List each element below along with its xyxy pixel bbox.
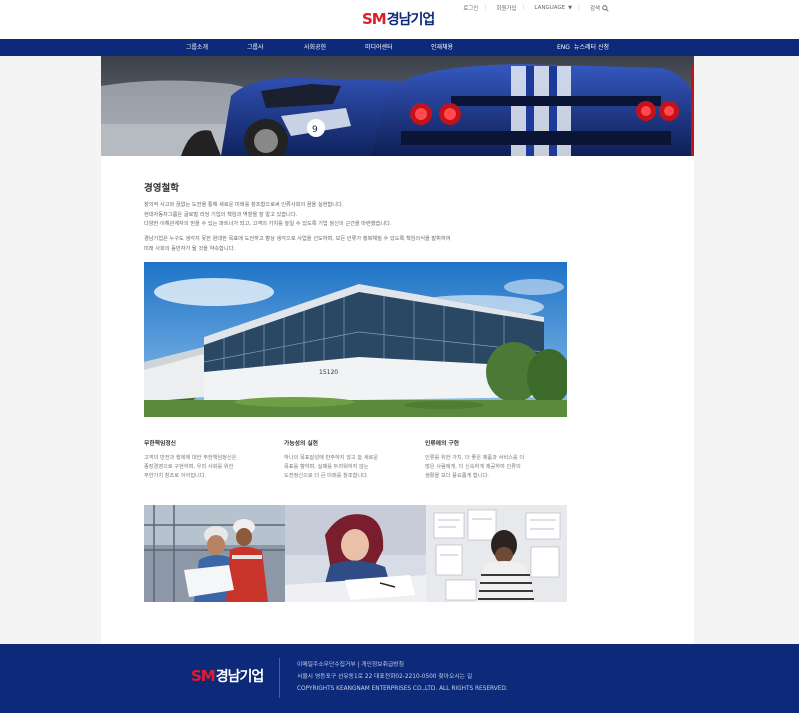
nav-item-newsletter[interactable]: 뉴스레터 신청 [574,39,609,56]
hero-banner: 9 [101,56,694,156]
footer-address: 서울시 영등포구 선유동1로 22 대표전화02-2210-0500 찾아오시는… [297,674,473,680]
footer-info: 이메일주소무단수집거부 | 개인정보취급방침 서울시 영등포구 선유동1로 22… [297,659,508,695]
site-footer: SM 경남기업 이메일주소무단수집거부 | 개인정보취급방침 서울시 영등포구 … [0,644,799,713]
language-label: LANGUAGE [534,5,566,11]
caret-down-icon: ▼ [568,5,573,11]
search-button[interactable]: 검색 [590,4,609,12]
value-column-possibility: 가능성의 실현 하나의 목표달성에 만주하지 않고 늘 새로운 목표를 향하며,… [284,438,419,481]
student-photo [285,505,426,602]
main-content: 9 경영철학 창의적 사고와 끊없는 도전을 통해 새로운 미래를 창조함으로써… [101,56,694,644]
nav-item-eng[interactable]: ENG [557,39,570,56]
logo-sm: SM [362,10,387,28]
login-link[interactable]: 로그인 [463,4,478,12]
column-title: 가능성의 실현 [284,441,319,447]
join-link[interactable]: 회원가입 [496,4,516,12]
building-sign: 15120 [319,369,338,376]
nav-item-careers[interactable]: 인재채용 [431,39,453,56]
footer-logo-name: 경남기업 [215,669,265,685]
vision-paragraph: 경남기업은 누구도 생각지 못한 원대한 목표에 도전하고 향상 생각으로 사업… [144,236,451,252]
logo-name: 경남기업 [386,12,436,28]
intro-paragraph: 창의적 사고와 끊없는 도전을 통해 새로운 미래를 창조함으로써 인류사회의 … [144,202,392,227]
site-header: SM 경남기업 로그인 | 회원가입 | LANGUAGE ▼ | 검색 [0,0,799,39]
page-title: 경영철학 [144,183,179,194]
nav-item-group-intro[interactable]: 그룹소개 [186,39,208,56]
nav-item-affiliates[interactable]: 그룹사 [247,39,264,56]
search-icon [602,4,609,12]
footer-divider [279,658,280,698]
footer-links[interactable]: 이메일주소무단수집거부 | 개인정보취급방침 [297,659,508,671]
nav-item-social[interactable]: 사회공헌 [304,39,326,56]
nav-item-media[interactable]: 미디어센터 [365,39,393,56]
site-logo[interactable]: SM 경남기업 [362,9,436,29]
column-title: 인류에의 구현 [425,441,460,447]
search-label: 검색 [589,6,600,12]
language-select[interactable]: LANGUAGE ▼ [534,5,572,11]
footer-logo-sm: SM [191,667,216,685]
architect-photo [426,505,567,602]
column-title: 무한책임정신 [144,441,176,447]
svg-text:9: 9 [312,125,318,135]
building-image: 15120 [144,262,567,417]
hero-car-image: 9 [101,56,694,156]
value-column-responsibility: 무한책임정신 고객의 만전과 행복에 대한 무한책임정신은 종장경영으로 구현하… [144,438,279,481]
workers-photo [144,505,285,602]
main-nav: 그룹소개 그룹사 사회공헌 미디어센터 인재채용 ENG 뉴스레터 신청 [0,39,799,56]
utility-menu: 로그인 | 회원가입 | LANGUAGE ▼ | 검색 [453,4,609,12]
footer-copyright: COPYRIGHTS KEANGNAM ENTERPRISES CO.,LTD.… [297,686,508,692]
footer-logo[interactable]: SM 경남기업 [191,666,265,686]
value-column-humanity: 인류에의 구현 인류를 위한 가치, 더 좋은 제품과 서비스를 더 많은 사람… [425,438,565,481]
